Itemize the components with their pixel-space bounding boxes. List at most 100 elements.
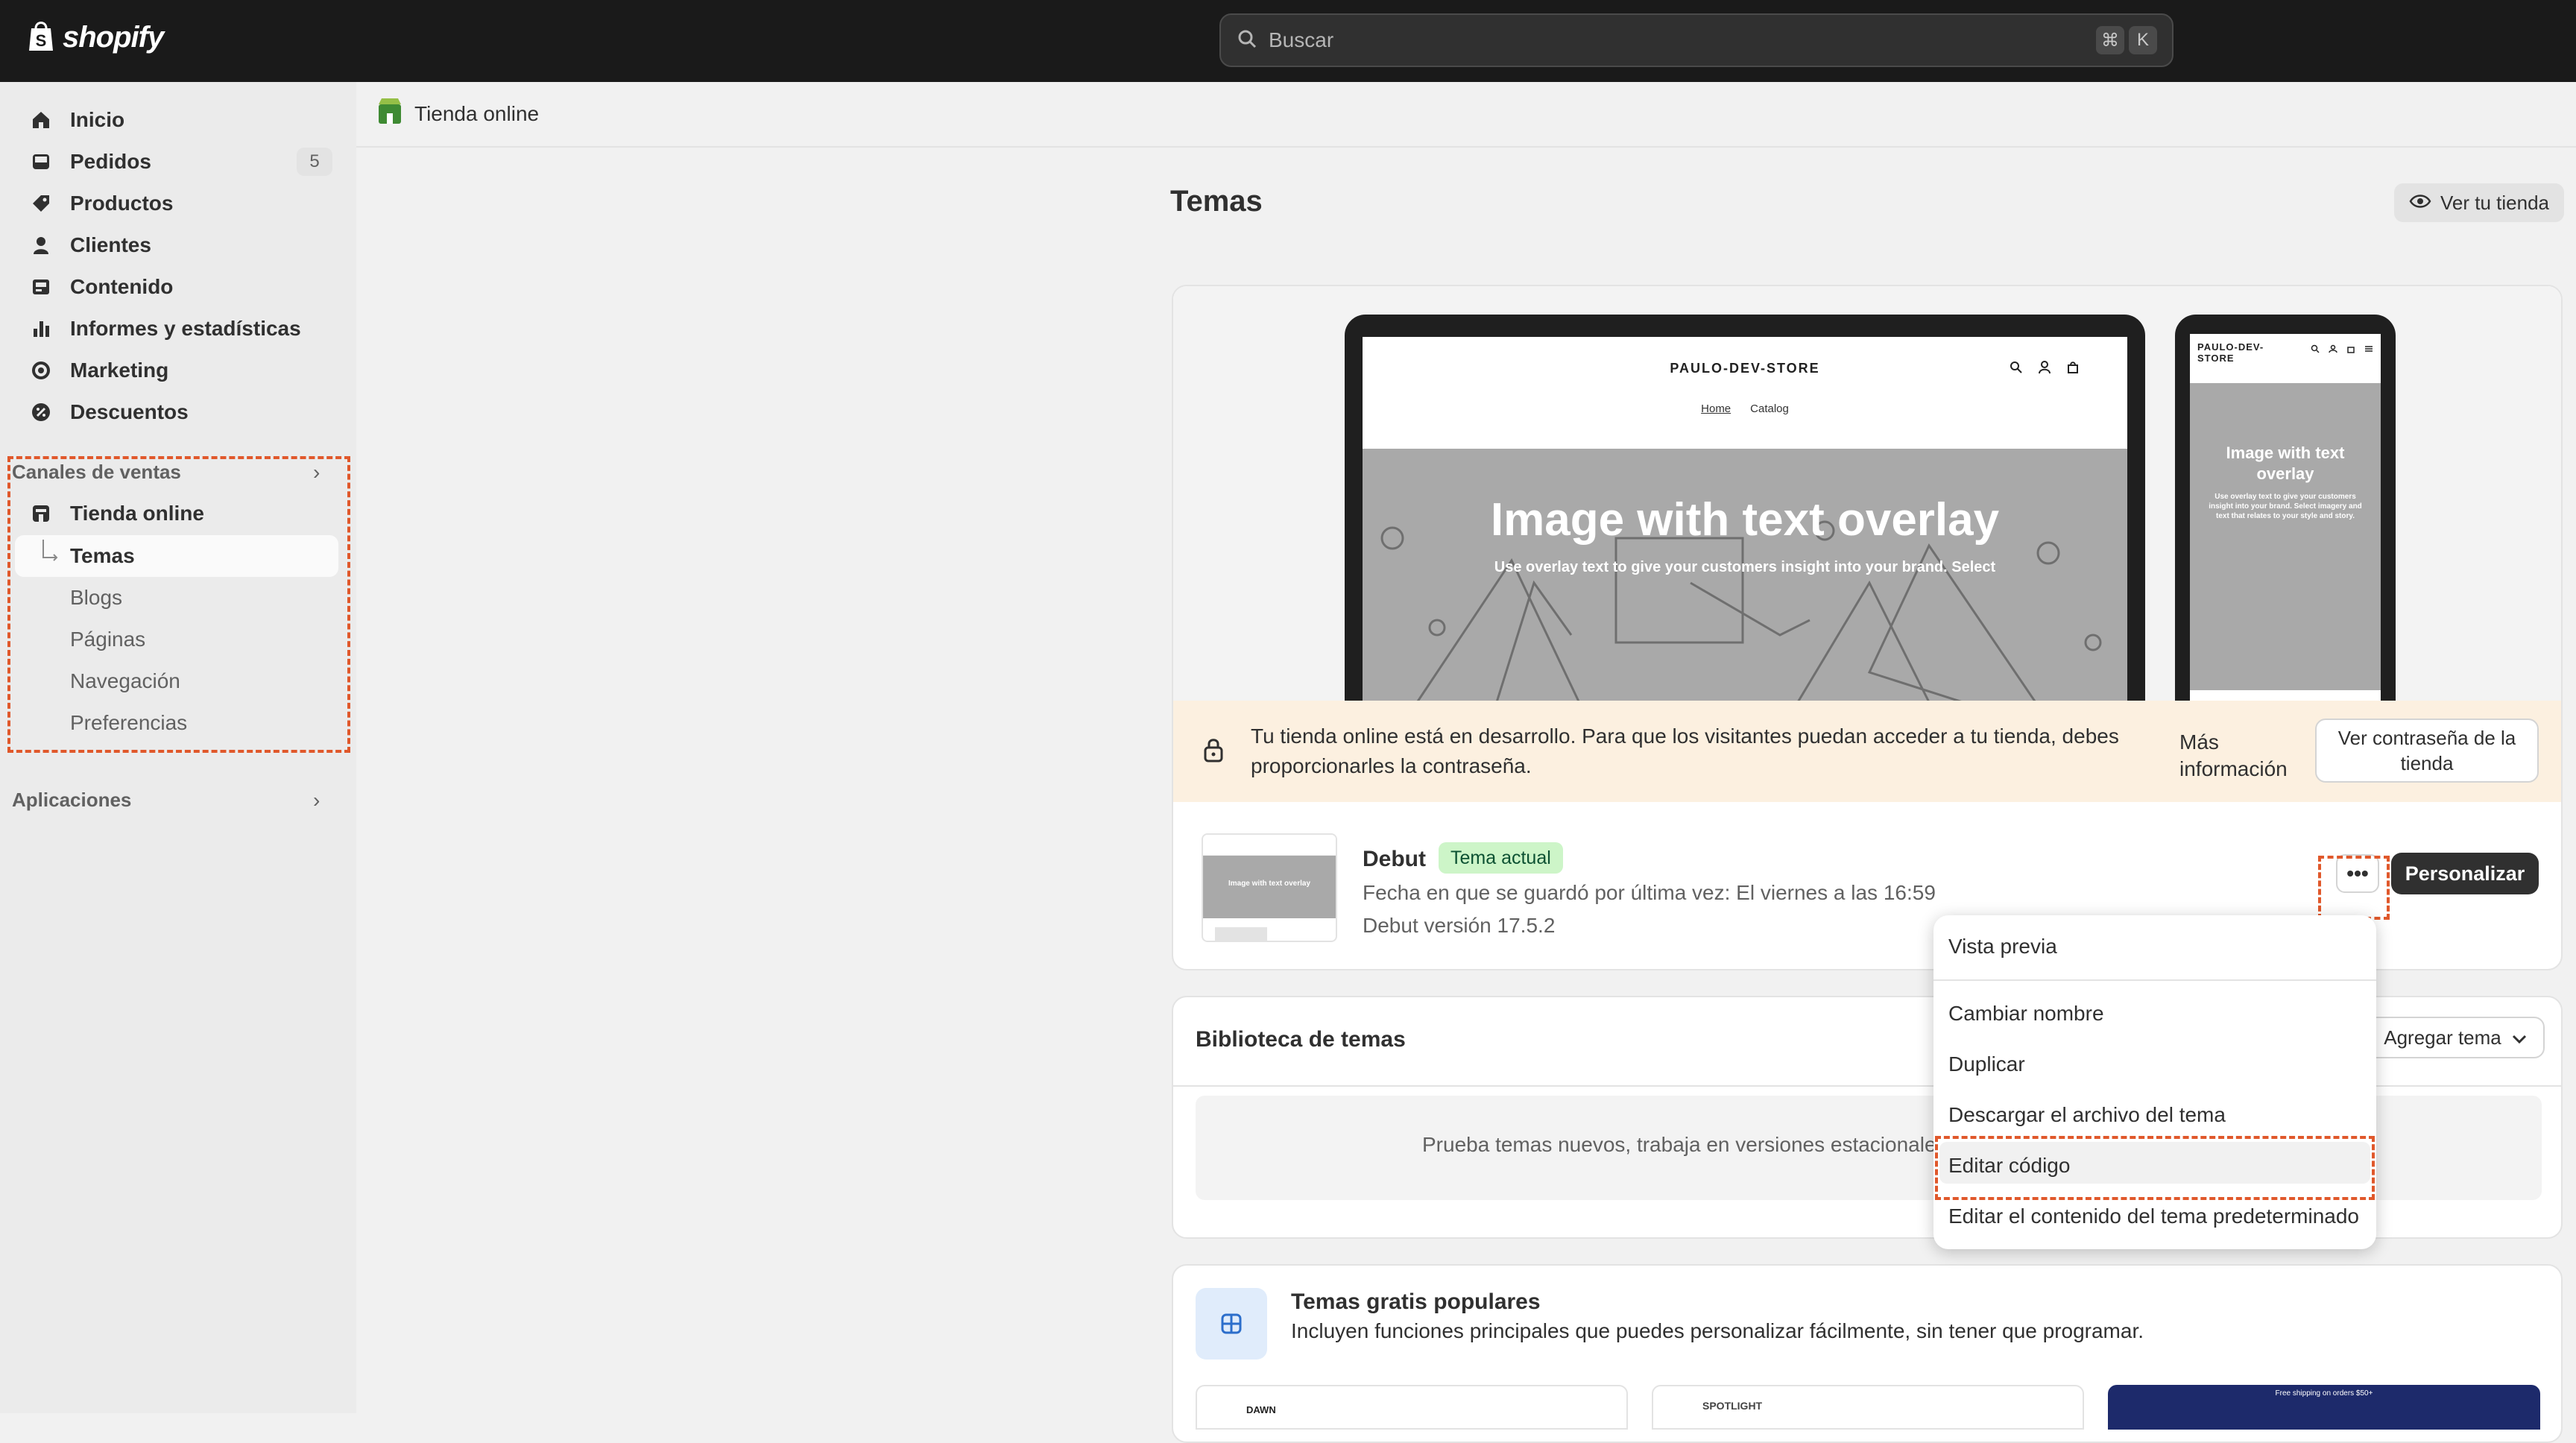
orders-count-badge: 5 — [297, 148, 332, 176]
highlight-edit-code-box — [1935, 1136, 2375, 1200]
sidebar-item-pedidos[interactable]: Pedidos — [30, 143, 151, 180]
menu-item-rename[interactable]: Cambiar nombre — [1948, 1002, 2104, 1026]
free-shipping-banner: Free shipping on orders $50+ — [2275, 1389, 2373, 1398]
sidebar-item-label: Pedidos — [70, 150, 151, 173]
sidebar-item-contenido[interactable]: Contenido — [30, 268, 173, 306]
sidebar-item-label: Inicio — [70, 108, 125, 131]
sidebar-item-label: Productos — [70, 192, 174, 215]
theme-preview: PAULO-DEV-STORE Home Catalog Image with … — [1173, 286, 2561, 732]
sidebar-item-label: Contenido — [70, 275, 174, 298]
view-store-button[interactable]: Ver tu tienda — [2394, 183, 2564, 222]
menu-divider — [1933, 979, 2376, 981]
inbox-icon — [30, 151, 52, 173]
sidebar-item-label: Marketing — [70, 359, 169, 382]
thumb-hero-title: Image with text overlay — [1228, 880, 1311, 888]
development-notice: Tu tienda online está en desarrollo. Par… — [1173, 701, 2561, 802]
desktop-preview: PAULO-DEV-STORE Home Catalog Image with … — [1345, 315, 2145, 732]
target-icon — [30, 359, 52, 382]
menu-item-edit-default-content[interactable]: Editar el contenido del tema predetermin… — [1948, 1204, 2359, 1228]
apps-heading[interactable]: Aplicaciones — [12, 789, 131, 812]
popular-theme-dawn[interactable]: DAWN — [1196, 1385, 1628, 1430]
bar-chart-icon — [30, 318, 52, 340]
discount-icon — [30, 401, 52, 423]
popular-title: Temas gratis populares — [1291, 1289, 1541, 1314]
divider — [356, 146, 2576, 148]
add-theme-label: Agregar tema — [2384, 1026, 2501, 1049]
phone-store-name: PAULO-DEV- STORE — [2197, 341, 2264, 364]
view-store-label: Ver tu tienda — [2440, 191, 2549, 214]
customize-button[interactable]: Personalizar — [2391, 853, 2539, 894]
phone-search-icon — [2311, 344, 2320, 353]
preview-account-icon — [2039, 361, 2051, 374]
sidebar-item-label: Informes y estadísticas — [70, 317, 301, 340]
preview-header-icons — [2010, 361, 2080, 374]
phone-hero-subtitle: Use overlay text to give your customers … — [2209, 493, 2362, 520]
sidebar-item-label: Descuentos — [70, 400, 189, 423]
menu-item-preview[interactable]: Vista previa — [1948, 935, 2057, 959]
shortcut-cmd-key: ⌘ — [2096, 26, 2124, 54]
search-placeholder: Buscar — [1269, 28, 1334, 51]
preview-nav-catalog: Catalog — [1750, 402, 1789, 415]
tag-icon — [30, 192, 52, 215]
popular-subtitle: Incluyen funciones principales que puede… — [1291, 1319, 2144, 1342]
theme-store-icon — [1196, 1288, 1267, 1360]
version-text: Debut versión 17.5.2 — [1363, 914, 1556, 937]
preview-hero-subtitle: Use overlay text to give your customers … — [1494, 559, 1996, 575]
online-store-icon — [377, 97, 402, 130]
svg-text:S: S — [36, 31, 47, 50]
breadcrumb[interactable]: Tienda online — [377, 97, 539, 130]
chevron-down-icon — [2512, 1026, 2527, 1049]
home-icon — [30, 109, 52, 131]
menu-item-duplicate[interactable]: Duplicar — [1948, 1052, 2025, 1076]
sidebar-item-marketing[interactable]: Marketing — [30, 352, 168, 389]
phone-menu-icon — [2365, 346, 2373, 352]
highlight-sales-channels-box — [7, 456, 350, 753]
search-icon — [1237, 29, 1257, 52]
library-title: Biblioteca de temas — [1196, 1027, 1406, 1052]
phone-hero-image — [2190, 383, 2381, 690]
preview-cart-icon — [2068, 361, 2078, 373]
sidebar-item-productos[interactable]: Productos — [30, 185, 173, 222]
sidebar-item-clientes[interactable]: Clientes — [30, 227, 151, 264]
brand-name: shopify — [63, 21, 164, 54]
phone-header-icons — [2311, 344, 2373, 353]
current-theme-badge: Tema actual — [1439, 842, 1563, 874]
theme-name: Debut — [1363, 847, 1426, 871]
preview-hero-title: Image with text overlay — [1490, 494, 2000, 546]
more-info-link[interactable]: Más información — [2179, 729, 2299, 783]
shopify-logo[interactable]: S shopify — [27, 19, 164, 56]
phone-account-icon — [2329, 344, 2337, 353]
breadcrumb-label: Tienda online — [414, 101, 540, 125]
sidebar-item-inicio[interactable]: Inicio — [30, 101, 124, 139]
sidebar-item-informes[interactable]: Informes y estadísticas — [30, 310, 301, 347]
chevron-right-icon[interactable]: › — [313, 789, 320, 812]
library-empty-text: Prueba temas nuevos, trabaja en versione… — [1422, 1133, 1947, 1156]
image-icon — [30, 276, 52, 298]
mobile-preview: PAULO-DEV- STORE Image with text overlay… — [2175, 315, 2396, 732]
theme-thumbnail[interactable]: Image with text overlay — [1202, 833, 1337, 942]
shopify-bag-icon: S — [27, 19, 55, 56]
lock-icon — [1203, 736, 1224, 767]
popular-theme-third[interactable]: Free shipping on orders $50+ — [2108, 1385, 2540, 1430]
last-saved-text: Fecha en que se guardó por última vez: E… — [1363, 881, 1936, 904]
menu-item-download[interactable]: Descargar el archivo del tema — [1948, 1103, 2226, 1127]
page-title: Temas — [1170, 185, 1263, 218]
preview-nav: Home Catalog — [1363, 402, 2127, 415]
highlight-more-actions-box — [2318, 856, 2390, 920]
phone-cart-icon — [2347, 347, 2355, 353]
view-password-button[interactable]: Ver contraseña de la tienda — [2315, 719, 2539, 783]
add-theme-button[interactable]: Agregar tema — [2366, 1017, 2545, 1058]
preview-nav-home: Home — [1701, 402, 1731, 415]
popular-theme-spotlight[interactable]: SPOTLIGHT — [1652, 1385, 2084, 1430]
top-bar: S shopify Buscar ⌘ K — [0, 0, 2576, 82]
shortcut-k-key: K — [2129, 26, 2157, 54]
sidebar-item-descuentos[interactable]: Descuentos — [30, 394, 189, 431]
sidebar-item-label: Clientes — [70, 233, 151, 256]
spotlight-logo-text: SPOTLIGHT — [1702, 1400, 1763, 1412]
popular-themes-card: Temas gratis populares Incluyen funcione… — [1172, 1264, 2563, 1443]
hero-illustration — [1380, 520, 2102, 732]
preview-hero-image — [1363, 449, 2127, 732]
search-bar[interactable]: Buscar ⌘ K — [1219, 13, 2174, 67]
preview-search-icon — [2010, 361, 2022, 373]
person-icon — [30, 234, 52, 256]
